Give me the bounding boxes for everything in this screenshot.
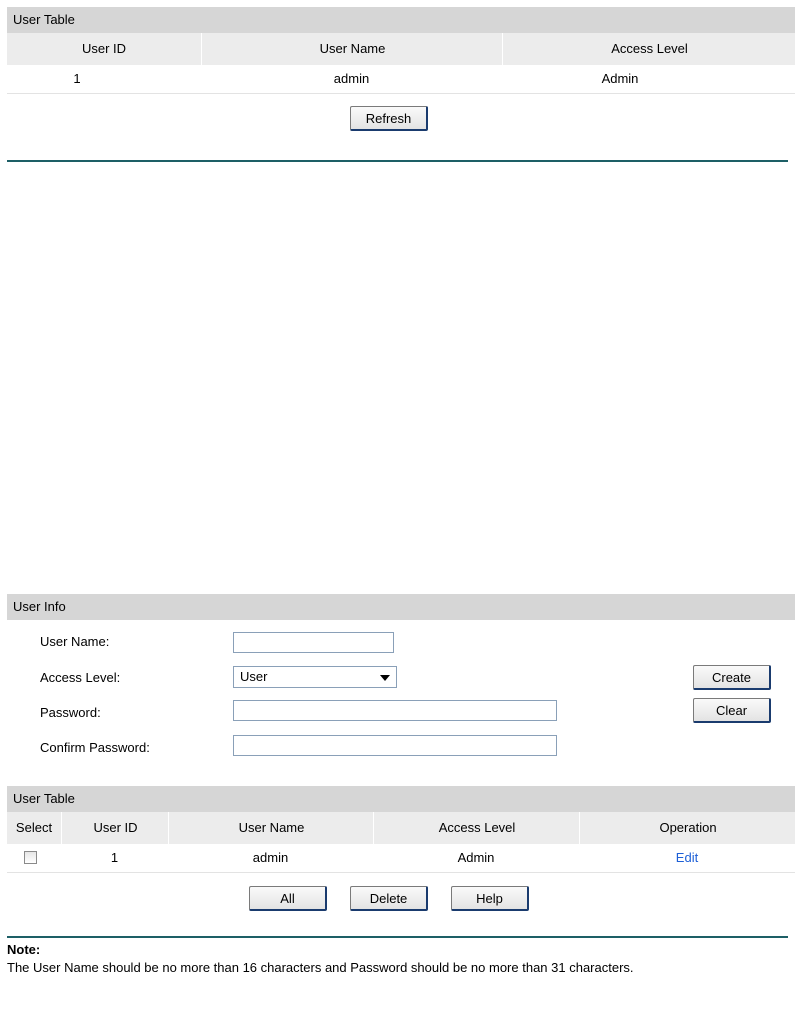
cell-user-name: admin	[333, 71, 370, 86]
refresh-button[interactable]: Refresh	[350, 106, 428, 131]
user-info-header: User Info	[7, 594, 795, 620]
note-text: The User Name should be no more than 16 …	[7, 960, 634, 975]
cell-user-name: admin	[252, 850, 289, 865]
col-header-user-name: User Name	[168, 812, 374, 844]
top-user-table-title: User Table	[13, 12, 75, 27]
create-button[interactable]: Create	[693, 665, 771, 690]
help-button[interactable]: Help	[451, 886, 529, 911]
user-name-label: User Name:	[40, 634, 110, 649]
delete-button[interactable]: Delete	[350, 886, 428, 911]
user-name-input[interactable]	[233, 632, 394, 653]
edit-link-label[interactable]: Edit	[676, 850, 698, 865]
bottom-user-table-header: User Table	[7, 786, 795, 812]
cell-access-level: Admin	[457, 850, 495, 865]
select-all-button[interactable]: All	[249, 886, 327, 911]
user-info-title: User Info	[13, 599, 66, 614]
top-user-table-header: User Table	[7, 7, 795, 33]
table-row: 1 admin Admin	[7, 65, 795, 93]
col-header-user-id: User ID	[81, 41, 127, 56]
access-level-select[interactable]: User	[233, 666, 397, 688]
col-header-access-level: Access Level	[373, 812, 580, 844]
section-divider	[7, 160, 788, 162]
col-header-user-id: User ID	[61, 812, 169, 844]
access-level-selected-value: User	[240, 669, 268, 684]
bottom-user-table-column-headers: Select User ID User Name Access Level Op…	[7, 812, 795, 844]
cell-user-id: 1	[110, 850, 119, 865]
col-header-operation: Operation	[579, 812, 795, 844]
row-divider	[7, 93, 795, 94]
col-header-user-name: User Name	[201, 33, 503, 65]
password-label: Password:	[40, 705, 101, 720]
note-title: Note:	[7, 942, 41, 957]
top-user-table-column-headers: User ID User Name Access Level	[7, 33, 795, 65]
password-input[interactable]	[233, 700, 557, 721]
col-header-select: Select	[15, 820, 53, 835]
cell-access-level: Admin	[601, 71, 639, 86]
clear-button[interactable]: Clear	[693, 698, 771, 723]
dropdown-arrow-icon	[380, 675, 390, 681]
row-divider	[7, 872, 795, 873]
cell-user-id: 1	[73, 71, 81, 86]
table-row: 1 admin Admin Edit	[7, 844, 795, 872]
col-header-access-level: Access Level	[502, 33, 795, 65]
access-level-label: Access Level:	[40, 670, 121, 685]
note-divider	[7, 936, 788, 938]
confirm-password-input[interactable]	[233, 735, 557, 756]
edit-link[interactable]: Edit	[579, 844, 795, 872]
bottom-user-table-title: User Table	[13, 791, 75, 806]
row-select-checkbox[interactable]	[24, 851, 37, 864]
confirm-password-label: Confirm Password:	[40, 740, 150, 755]
